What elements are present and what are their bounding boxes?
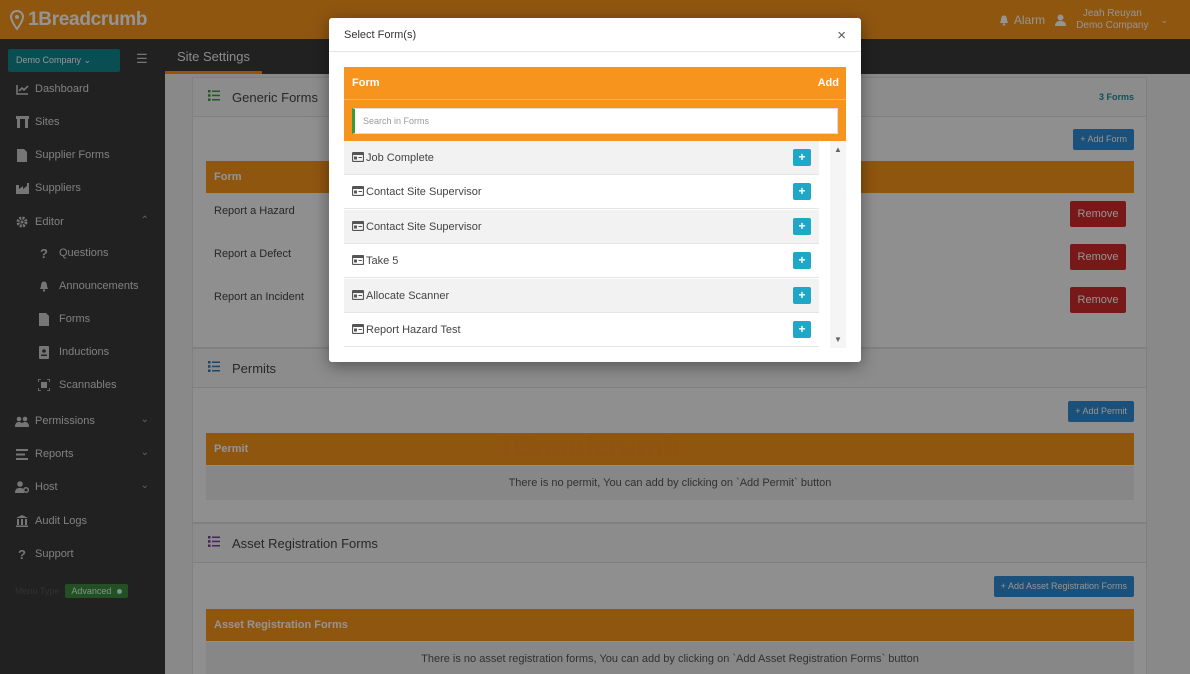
- add-item-button[interactable]: +: [793, 287, 811, 304]
- form-name: Contact Site Supervisor: [366, 186, 482, 198]
- id-card-icon: [352, 152, 364, 162]
- id-card-icon: [352, 186, 364, 196]
- select-forms-modal: Select Form(s) × Form Add Search in Form…: [329, 18, 861, 362]
- list-item: Report Hazard Test +: [344, 313, 819, 347]
- form-name: Allocate Scanner: [366, 290, 450, 302]
- scroll-down-icon[interactable]: ▼: [834, 335, 842, 344]
- modal-table-header: Form Add: [344, 67, 846, 99]
- modal-header: Select Form(s) ×: [329, 18, 861, 52]
- modal-header-add-label: Add: [817, 77, 839, 89]
- forms-list: Job Complete + Contact Site Supervisor +…: [344, 141, 846, 348]
- id-card-icon: [352, 221, 364, 231]
- form-name: Contact Site Supervisor: [366, 221, 482, 233]
- id-card-icon: [352, 290, 364, 300]
- id-card-icon: [352, 255, 364, 265]
- list-item: Job Complete +: [344, 141, 819, 175]
- modal-header-form-label: Form: [352, 77, 380, 89]
- form-name: Job Complete: [366, 152, 434, 164]
- id-card-icon: [352, 324, 364, 334]
- add-item-button[interactable]: +: [793, 321, 811, 338]
- scroll-up-icon[interactable]: ▲: [834, 145, 842, 154]
- list-item: Contact Site Supervisor +: [344, 210, 819, 244]
- add-item-button[interactable]: +: [793, 183, 811, 200]
- list-item: Take 5 +: [344, 244, 819, 278]
- form-name: Report Hazard Test: [366, 324, 461, 336]
- scrollbar[interactable]: ▲ ▼: [830, 141, 846, 348]
- modal-title: Select Form(s): [344, 29, 417, 41]
- add-item-button[interactable]: +: [793, 149, 811, 166]
- add-item-button[interactable]: +: [793, 252, 811, 269]
- list-item: Contact Site Supervisor +: [344, 175, 819, 209]
- search-input[interactable]: Search in Forms: [352, 108, 838, 134]
- add-item-button[interactable]: +: [793, 218, 811, 235]
- list-item: Allocate Scanner +: [344, 279, 819, 313]
- form-name: Take 5: [366, 255, 399, 267]
- close-icon[interactable]: ×: [837, 27, 846, 44]
- search-bar: Search in Forms: [344, 99, 846, 141]
